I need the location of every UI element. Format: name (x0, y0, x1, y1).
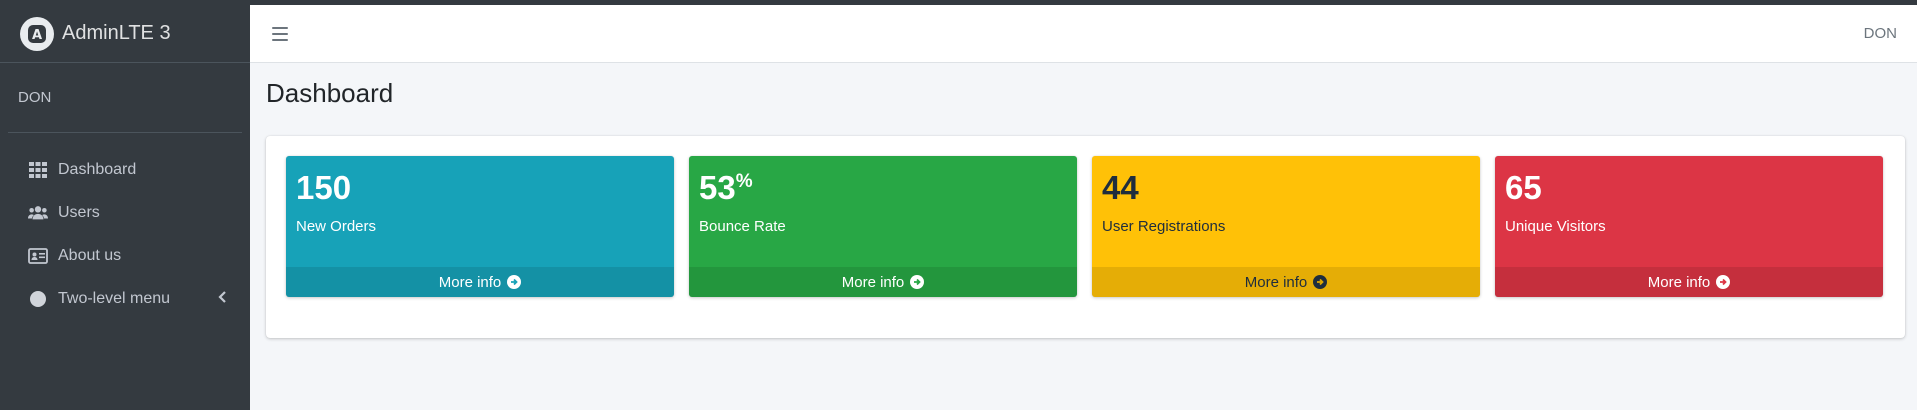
stat-label: Unique Visitors (1505, 217, 1606, 235)
circle-icon (28, 289, 48, 309)
stat-label: Bounce Rate (699, 217, 786, 235)
more-info-link[interactable]: More info (689, 267, 1077, 297)
more-info-label: More info (1647, 273, 1711, 291)
adminlte-logo-icon: A (20, 16, 54, 51)
id-card-icon (28, 246, 48, 266)
arrow-circle-right-icon (910, 275, 925, 289)
sidebar-item-label: About us (58, 246, 122, 264)
arrow-circle-right-icon (507, 275, 522, 289)
stat-label: User Registrations (1102, 217, 1226, 235)
sidebar-item-label: Users (58, 203, 100, 221)
stat-box-new-orders: 150 New Orders More info (286, 156, 674, 297)
stat-value: 65 (1505, 169, 1542, 206)
more-info-link[interactable]: More info (1495, 267, 1883, 297)
sidebar-item-about-us[interactable]: About us (0, 234, 250, 277)
stat-value: 53% (699, 169, 753, 206)
stat-label: New Orders (296, 217, 377, 235)
sidebar-item-label: Dashboard (58, 160, 137, 178)
hamburger-icon[interactable] (272, 26, 288, 41)
sidebar-user-name: DON (18, 89, 52, 106)
dashboard-card: 150 New Orders More info 53% Bounce Rate… (266, 136, 1905, 338)
chevron-left-icon[interactable] (218, 290, 228, 308)
brand-title: AdminLTE 3 (62, 22, 171, 44)
stat-value: 44 (1102, 169, 1139, 206)
more-info-label: More info (438, 273, 502, 291)
sidebar-nav: Dashboard Users About us Two-level menu (0, 133, 250, 320)
arrow-circle-right-icon (1716, 275, 1731, 289)
more-info-link[interactable]: More info (286, 267, 674, 297)
stat-value: 150 (296, 169, 352, 206)
stat-box-unique-visitors: 65 Unique Visitors More info (1495, 156, 1883, 297)
sidebar: A AdminLTE 3 DON Dashboard Users About u… (0, 5, 250, 410)
stat-boxes: 150 New Orders More info 53% Bounce Rate… (286, 156, 1883, 297)
more-info-link[interactable]: More info (1092, 267, 1480, 297)
more-info-label: More info (1244, 273, 1308, 291)
top-navbar: DON (250, 5, 1917, 63)
stat-box-bounce-rate: 53% Bounce Rate More info (689, 156, 1077, 297)
svg-text:A: A (32, 28, 42, 43)
users-icon (28, 203, 48, 223)
sidebar-item-users[interactable]: Users (0, 191, 250, 234)
navbar-user-name[interactable]: DON (1864, 25, 1897, 42)
brand-link[interactable]: A AdminLTE 3 (0, 5, 250, 63)
sidebar-item-dashboard[interactable]: Dashboard (0, 148, 250, 191)
sidebar-item-two-level-menu[interactable]: Two-level menu (0, 277, 250, 320)
sidebar-item-label: Two-level menu (58, 289, 171, 307)
stat-box-user-registrations: 44 User Registrations More info (1092, 156, 1480, 297)
grid-icon (28, 160, 48, 180)
arrow-circle-right-icon (1313, 275, 1328, 289)
sidebar-user-panel[interactable]: DON (8, 63, 242, 133)
more-info-label: More info (841, 273, 905, 291)
page-title: Dashboard (266, 78, 394, 108)
